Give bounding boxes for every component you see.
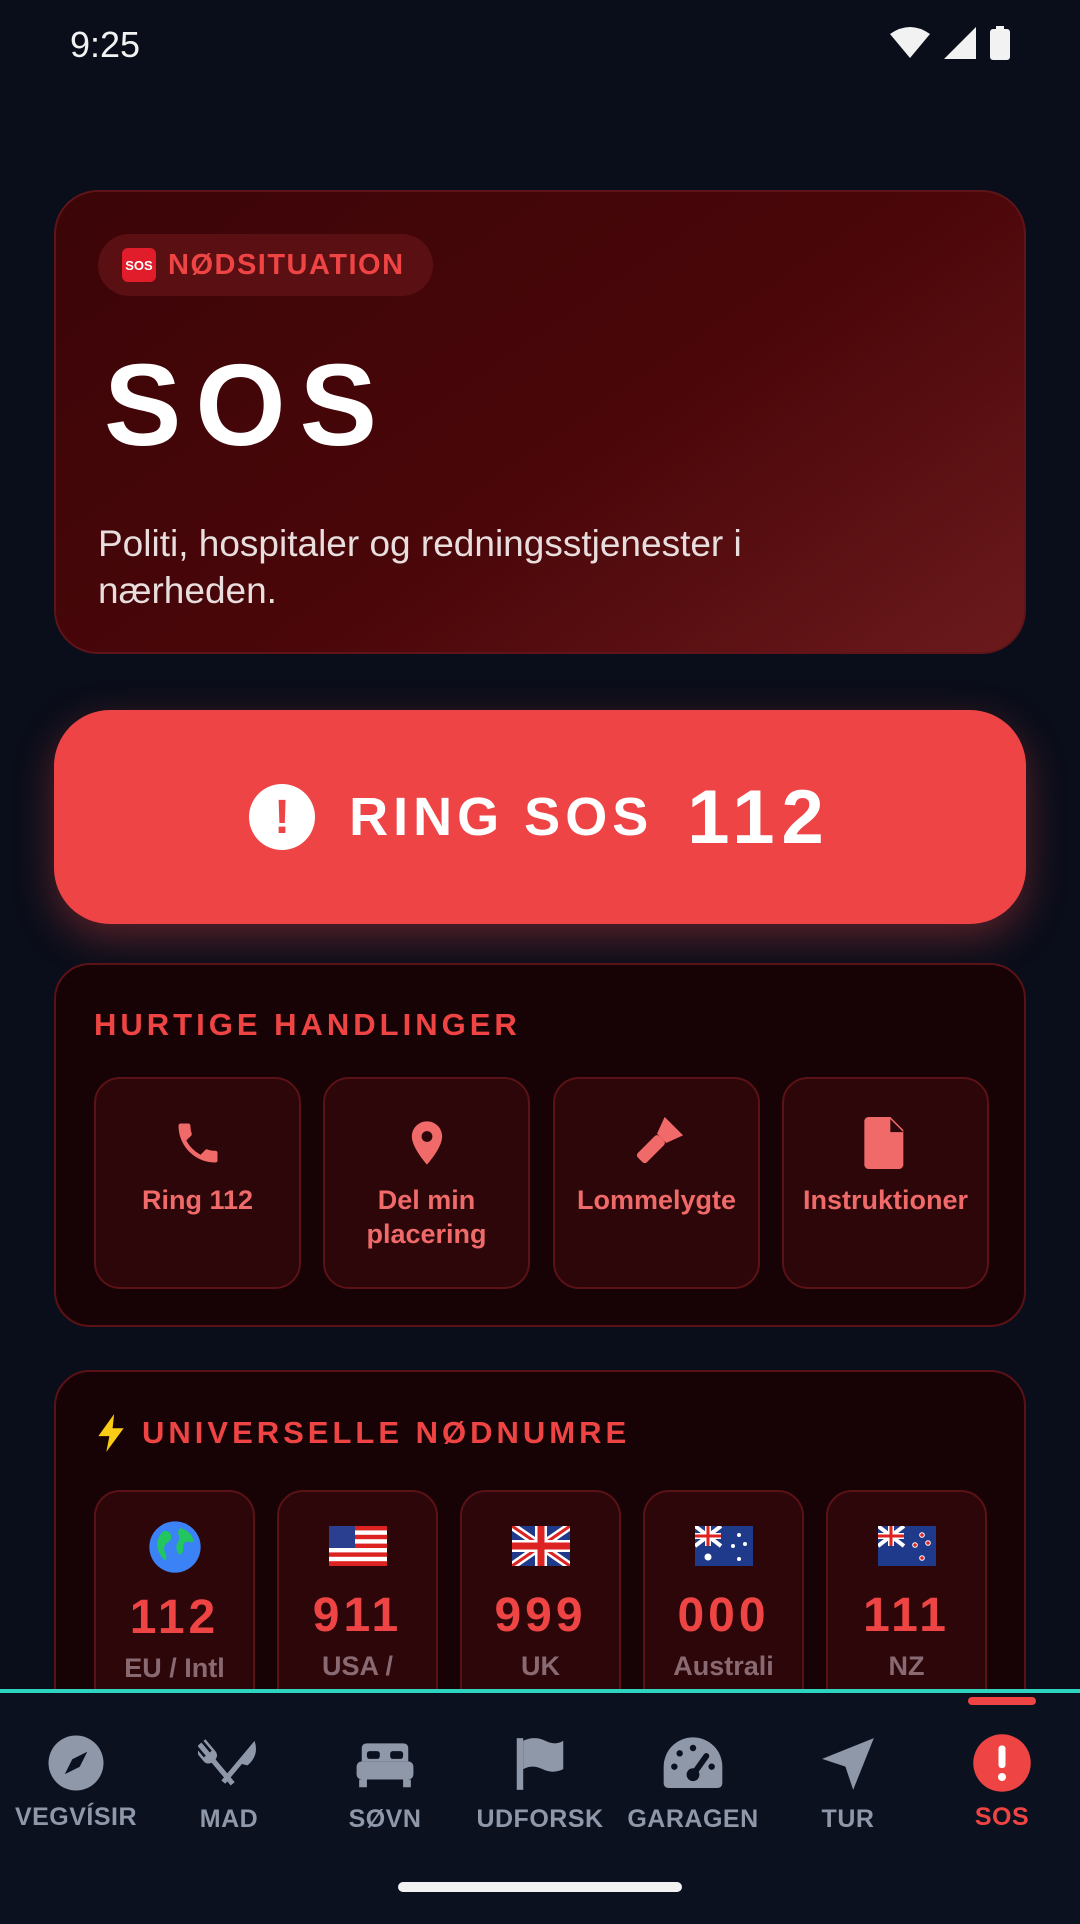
nav-active-indicator — [968, 1697, 1036, 1705]
emergency-badge: SOS NØDSITUATION — [98, 234, 433, 296]
emergency-number-value: 000 — [677, 1589, 770, 1642]
nav-item-label: UDFORSK — [476, 1805, 604, 1833]
quick-action-label: Instruktioner — [802, 1185, 969, 1215]
phone-icon — [178, 1123, 217, 1163]
call-sos-button[interactable]: ! RING SOS 112 — [54, 710, 1026, 924]
quick-action-call-112[interactable]: Ring 112 — [94, 1077, 301, 1289]
page-title: SOS — [104, 340, 391, 470]
nav-item-label: VEGVÍSIR — [14, 1803, 138, 1831]
sos-emoji-icon: SOS — [122, 248, 156, 282]
nav-item-udforsk[interactable]: UDFORSK — [465, 1733, 615, 1834]
emergency-numbers-title: UNIVERSELLE NØDNUMRE — [94, 1414, 630, 1452]
emergency-number-value: 111 — [863, 1589, 950, 1642]
signal-icon — [944, 27, 976, 59]
emergency-number-value: 112 — [129, 1591, 220, 1644]
emergency-number-value: 911 — [312, 1589, 403, 1642]
gauge-icon — [663, 1737, 723, 1788]
nav-item-mad[interactable]: MAD — [154, 1733, 304, 1834]
us-flag-icon — [328, 1526, 387, 1566]
compass-icon — [48, 1735, 104, 1791]
sos-hero-card: SOS NØDSITUATION SOS Politi, hospitaler … — [54, 190, 1026, 654]
status-bar: 9:25 — [0, 0, 1080, 92]
quick-action-flashlight[interactable]: Lommelygte — [553, 1077, 760, 1289]
nav-item-sos[interactable]: SOS — [927, 1733, 1077, 1832]
quick-action-label: Lommelygte — [576, 1185, 737, 1215]
navigation-arrow-icon — [822, 1738, 874, 1790]
nav-item-garagen[interactable]: GARAGEN — [618, 1733, 768, 1834]
emergency-number-value: 999 — [494, 1589, 587, 1642]
quick-action-label: Del min placering — [366, 1185, 487, 1249]
hero-description: Politi, hospitaler og redningsstjenester… — [98, 523, 742, 611]
nav-item-label: TUR — [821, 1805, 875, 1833]
nav-item-label: SOS — [974, 1803, 1030, 1831]
globe-icon — [148, 1521, 201, 1573]
location-pin-icon — [411, 1121, 442, 1165]
document-icon — [863, 1117, 903, 1169]
nav-item-tur[interactable]: TUR — [773, 1733, 923, 1834]
emergency-number-region: UK — [521, 1651, 560, 1681]
status-icons — [890, 26, 1010, 60]
emergency-number-region: NZ — [888, 1651, 925, 1681]
nav-item-sovn[interactable]: SØVN — [310, 1733, 460, 1834]
status-time: 9:25 — [70, 24, 141, 65]
battery-icon — [990, 26, 1010, 60]
nav-item-vegvisir[interactable]: VEGVÍSIR — [1, 1733, 151, 1832]
flashlight-icon — [636, 1117, 683, 1164]
quick-action-label: Ring 112 — [141, 1185, 254, 1215]
uk-flag-icon — [511, 1526, 570, 1566]
lightning-icon — [98, 1414, 124, 1452]
quick-actions-title: HURTIGE HANDLINGER — [94, 1007, 521, 1042]
nav-item-label: SØVN — [348, 1805, 422, 1833]
quick-actions-panel: HURTIGE HANDLINGER Ring 112 Del min plac… — [54, 963, 1026, 1327]
quick-action-share-location[interactable]: Del min placering — [323, 1077, 530, 1289]
home-indicator[interactable] — [398, 1882, 682, 1892]
emergency-number-region: USA / — [321, 1651, 393, 1681]
emergency-numbers-panel: UNIVERSELLE NØDNUMRE 112 EU / Intl 911 U… — [54, 1370, 1026, 1730]
call-sos-label: RING SOS — [349, 787, 654, 847]
nav-item-label: GARAGEN — [627, 1805, 759, 1833]
bed-icon — [356, 1743, 414, 1788]
wifi-icon — [890, 27, 930, 58]
emergency-numbers-title-text: UNIVERSELLE NØDNUMRE — [142, 1415, 631, 1450]
alert-icon — [973, 1734, 1031, 1792]
emergency-number-region: Australi — [673, 1651, 774, 1681]
call-sos-number: 112 — [687, 774, 831, 860]
au-flag-icon — [694, 1526, 753, 1566]
flag-icon — [516, 1738, 564, 1790]
nz-flag-icon — [877, 1526, 936, 1566]
emergency-number-region: EU / Intl — [124, 1653, 225, 1683]
utensils-icon — [198, 1739, 256, 1786]
emergency-badge-label: NØDSITUATION — [168, 248, 405, 281]
quick-action-instructions[interactable]: Instruktioner — [782, 1077, 989, 1289]
alert-icon: ! — [249, 784, 316, 850]
nav-item-label: MAD — [199, 1805, 259, 1833]
